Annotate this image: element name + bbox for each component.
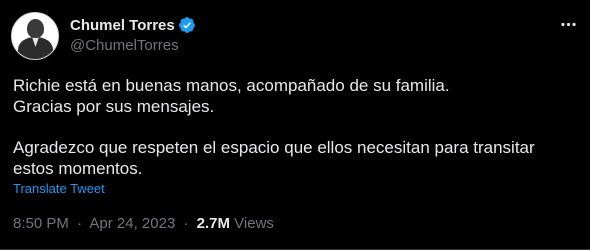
avatar[interactable] bbox=[11, 12, 59, 60]
tweet-card: Chumel Torres @ChumelTorres Richie está … bbox=[0, 0, 590, 250]
tweet-time[interactable]: 8:50 PM bbox=[13, 215, 69, 232]
tweet-line: Richie está en buenas manos, acompañado … bbox=[13, 76, 450, 95]
meta-separator: · bbox=[183, 215, 189, 232]
views-label: Views bbox=[234, 215, 274, 232]
tweet-paragraph: Agradezco que respeten el espacio que el… bbox=[13, 138, 535, 178]
tweet-line: Gracias por sus mensajes. bbox=[13, 97, 215, 116]
meta-separator: · bbox=[77, 215, 83, 232]
tweet-meta: 8:50 PM · Apr 24, 2023 · 2.7M Views bbox=[13, 215, 274, 232]
tweet-text: Richie está en buenas manos, acompañado … bbox=[13, 75, 578, 179]
verified-badge-icon bbox=[178, 16, 196, 34]
tweet-header: Chumel Torres @ChumelTorres bbox=[11, 12, 578, 60]
views-count: 2.7M bbox=[196, 215, 230, 232]
more-options-icon[interactable] bbox=[558, 14, 578, 34]
author-info: Chumel Torres @ChumelTorres bbox=[70, 15, 196, 54]
display-name[interactable]: Chumel Torres bbox=[70, 17, 175, 34]
name-row: Chumel Torres bbox=[70, 15, 196, 35]
user-handle[interactable]: @ChumelTorres bbox=[70, 37, 196, 54]
tweet-date[interactable]: Apr 24, 2023 bbox=[89, 215, 175, 232]
translate-tweet-link[interactable]: Translate Tweet bbox=[13, 181, 105, 196]
avatar-head bbox=[27, 19, 44, 38]
